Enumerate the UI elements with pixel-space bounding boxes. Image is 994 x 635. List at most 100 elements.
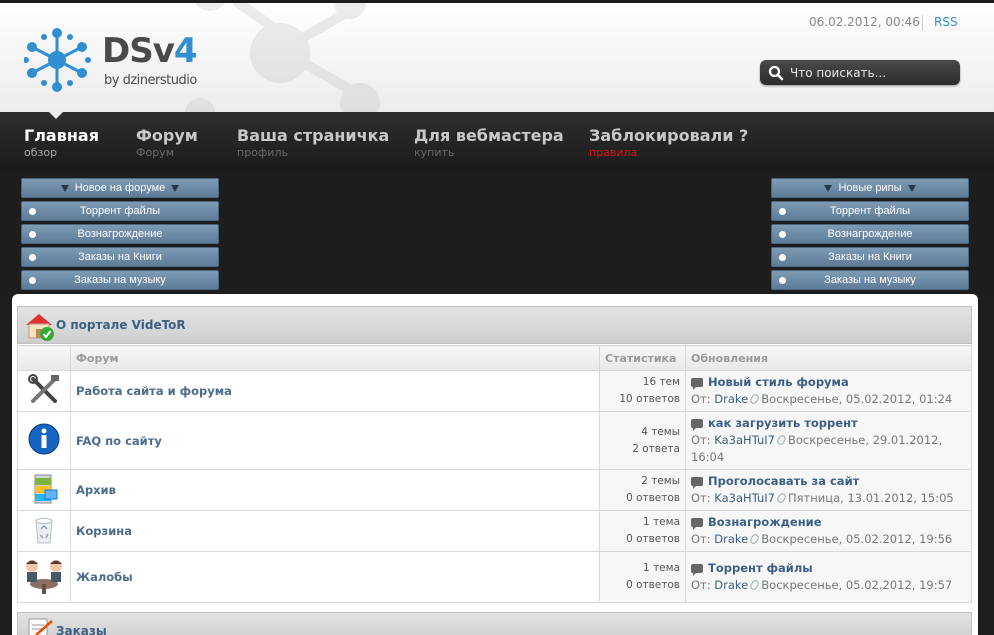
bullet-icon [779, 231, 786, 238]
menu-button[interactable]: Вознагрождение [771, 224, 969, 244]
active-nav-pointer [49, 112, 63, 119]
logo-wordmark[interactable]: DSv4 [102, 31, 198, 71]
table-row: Работа сайта и форума 16 тем 10 ответов Н… [17, 370, 972, 412]
logo-tagline: by dzinerstudio [104, 73, 197, 88]
search-icon[interactable] [768, 65, 784, 81]
tools-icon [28, 373, 59, 403]
category-header[interactable]: Заказы [17, 612, 972, 635]
nav-item-blocked[interactable]: Заблокировали ? правила [589, 126, 748, 159]
menu-button[interactable]: Заказы на музыку [771, 270, 969, 290]
category-header[interactable]: О портале VideToR [17, 306, 972, 344]
menu-header[interactable]: Новое на форуме [21, 178, 219, 198]
user-link[interactable]: Drake [714, 532, 748, 546]
updates-cell: Новый стиль форума От: Drake Воскресенье,… [685, 370, 972, 412]
arrow-down-icon [60, 184, 69, 192]
recycle-bin-icon [35, 517, 53, 543]
user-link[interactable]: Ka3aHTuI7 [714, 433, 775, 447]
forum-icon-cell [17, 469, 71, 511]
forum-link[interactable]: Жалобы [76, 570, 133, 584]
menu-header[interactable]: Новые рипы [771, 178, 969, 198]
table-row: Жалобы 1 тема 0 ответов Торрент файлы От:… [17, 551, 972, 603]
stats-cell: 16 тем 10 ответов [599, 370, 686, 412]
forum-icon-cell [17, 411, 71, 470]
forum-link[interactable]: Работа сайта и форума [76, 384, 232, 398]
forum-name-cell[interactable]: Работа сайта и форума [70, 370, 600, 412]
table-row: Архив 2 темы 0 ответов Проголосавать за с… [17, 469, 972, 511]
bullet-icon [29, 208, 36, 215]
home-check-icon [26, 314, 54, 341]
site-header: DSv4 by dzinerstudio 06.02.2012, 00:46 R… [0, 0, 994, 112]
last-topic-link[interactable]: Проголосавать за сайт [708, 474, 859, 488]
stats-column-header: Статистика [599, 345, 686, 371]
nav-title: Форум [136, 126, 198, 145]
nav-item-forum[interactable]: Форум Форум [136, 126, 198, 159]
bullet-icon [779, 254, 786, 261]
menu-button[interactable]: Заказы на Книги [771, 247, 969, 267]
user-link[interactable]: Drake [714, 578, 748, 592]
comment-icon [691, 477, 703, 489]
comment-icon [691, 419, 703, 431]
bullet-icon [29, 231, 36, 238]
category-title[interactable]: Заказы [56, 624, 107, 635]
user-link[interactable]: Ka3aHTuI7 [714, 491, 775, 505]
forum-name-cell[interactable]: Жалобы [70, 551, 600, 603]
updates-cell: Вознагрождение От: Drake Воскресенье, 05.… [685, 510, 972, 552]
bullet-icon [779, 208, 786, 215]
menu-button[interactable]: Вознагрождение [21, 224, 219, 244]
updates-cell: Торрент файлы От: Drake Воскресенье, 05.0… [685, 551, 972, 603]
user-link[interactable]: Drake [714, 392, 748, 406]
search-box[interactable] [760, 60, 960, 85]
paperclip-icon [749, 578, 761, 592]
forum-name-cell[interactable]: FAQ по сайту [70, 411, 600, 470]
nav-title: Ваша страничка [237, 126, 390, 145]
menu-button[interactable]: Заказы на музыку [21, 270, 219, 290]
menu-button[interactable]: Заказы на Книги [21, 247, 219, 267]
icon-column-header [17, 345, 71, 371]
archive-icon [34, 474, 58, 503]
forum-column-header: Форум [70, 345, 600, 371]
forum-icon-cell [17, 370, 71, 412]
forum-icon-cell [17, 510, 71, 552]
last-topic-link[interactable]: Новый стиль форума [708, 375, 849, 389]
last-topic-link[interactable]: Вознагрождение [708, 515, 822, 529]
updates-cell: Проголосавать за сайт От: Ka3aHTuI7 Пятни… [685, 469, 972, 511]
logo-icon[interactable] [24, 27, 94, 93]
menu-button[interactable]: Торрент файлы [771, 201, 969, 221]
rss-link[interactable]: RSS [934, 15, 958, 29]
updates-cell: как загрузить торрент От: Ka3aHTuI7 Воскр… [685, 411, 972, 470]
stats-cell: 2 темы 0 ответов [599, 469, 686, 511]
comment-icon [691, 518, 703, 530]
current-datetime: 06.02.2012, 00:46 [809, 15, 920, 29]
paperclip-icon [749, 392, 761, 406]
category-title[interactable]: О портале VideToR [56, 318, 186, 332]
paperclip-icon [775, 433, 788, 447]
forum-link[interactable]: Архив [76, 483, 116, 497]
nav-item-profile[interactable]: Ваша страничка профиль [237, 126, 389, 159]
last-topic-link[interactable]: Торрент файлы [708, 561, 813, 575]
arrow-down-icon [907, 184, 916, 192]
bullet-icon [779, 277, 786, 284]
search-input[interactable] [790, 64, 950, 81]
forum-link[interactable]: FAQ по сайту [76, 434, 162, 448]
forum-name-cell[interactable]: Корзина [70, 510, 600, 552]
post-date: Воскресенье, 05.02.2012, 01:24 [761, 392, 953, 406]
table-row: FAQ по сайту 4 темы 2 ответа как загрузит… [17, 411, 972, 470]
comment-icon [691, 378, 703, 390]
forum-name-cell[interactable]: Архив [70, 469, 600, 511]
complaints-icon [26, 559, 62, 594]
forum-link[interactable]: Корзина [76, 524, 132, 538]
forum-icon-cell [17, 551, 71, 603]
nav-item-home[interactable]: Главная обзор [24, 126, 99, 159]
arrow-down-icon [171, 184, 180, 192]
arrow-down-icon [824, 184, 833, 192]
last-topic-link[interactable]: как загрузить торрент [708, 416, 858, 430]
stats-cell: 1 тема 0 ответов [599, 551, 686, 603]
table-header-row: Форум Статистика Обновления [17, 345, 972, 371]
stats-cell: 1 тема 0 ответов [599, 510, 686, 552]
nav-item-webmaster[interactable]: Для вебмастера купить [414, 126, 564, 159]
menu-button[interactable]: Торрент файлы [21, 201, 219, 221]
nav-subtitle: купить [414, 146, 455, 159]
info-icon [28, 423, 60, 455]
updates-column-header: Обновления [685, 345, 972, 371]
paperclip-icon [749, 532, 761, 546]
